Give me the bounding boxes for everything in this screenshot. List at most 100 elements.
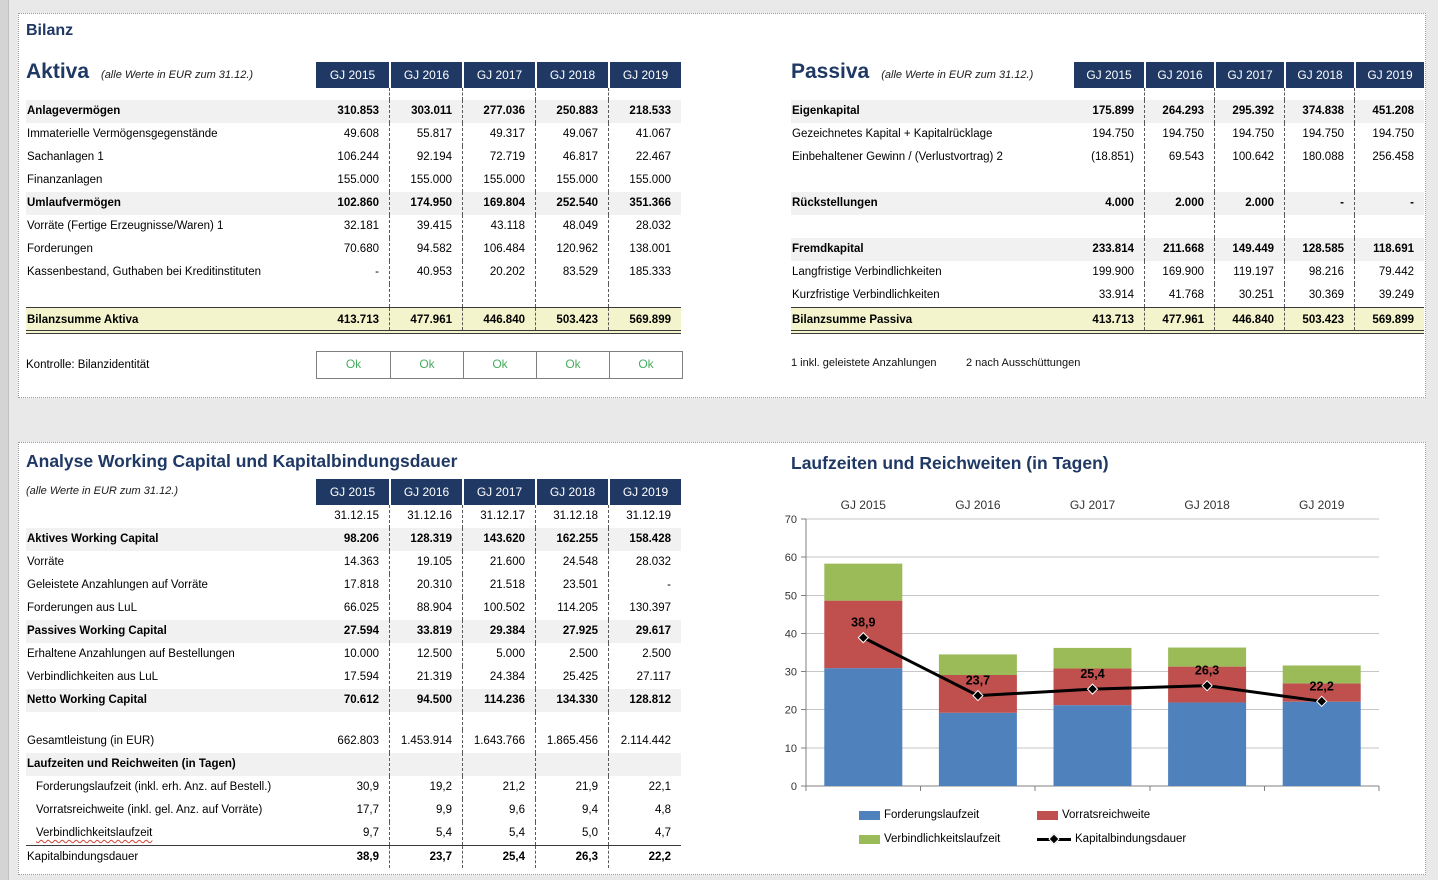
cell-value[interactable]: 41.067: [608, 123, 681, 146]
cell-value[interactable]: 49.067: [535, 123, 608, 146]
cell-value[interactable]: 662.803: [316, 730, 389, 753]
cell-value[interactable]: 503.423: [1284, 308, 1354, 330]
cell-value[interactable]: 413.713: [316, 308, 389, 330]
cell-value[interactable]: 21.600: [462, 551, 535, 574]
cell-value[interactable]: 24.384: [462, 666, 535, 689]
cell-value[interactable]: 175.899: [1074, 100, 1144, 123]
cell-value[interactable]: 27.594: [316, 620, 389, 643]
cell-value[interactable]: 21.518: [462, 574, 535, 597]
cell-value[interactable]: 569.899: [608, 308, 681, 330]
cell-value[interactable]: 19.105: [389, 551, 462, 574]
cell-value[interactable]: 27.925: [535, 620, 608, 643]
cell-value[interactable]: 25.425: [535, 666, 608, 689]
cell-value[interactable]: 264.293: [1144, 100, 1214, 123]
cell-value[interactable]: 4.000: [1074, 192, 1144, 215]
cell-value[interactable]: 218.533: [608, 100, 681, 123]
cell-value[interactable]: 277.036: [462, 100, 535, 123]
cell-value[interactable]: 503.423: [535, 308, 608, 330]
cell-value[interactable]: 46.817: [535, 146, 608, 169]
cell-value[interactable]: 119.197: [1214, 261, 1284, 284]
cell-value[interactable]: 252.540: [535, 192, 608, 215]
cell-value[interactable]: 31.12.15: [316, 505, 389, 528]
cell-value[interactable]: 2.500: [535, 643, 608, 666]
cell-value[interactable]: 185.333: [608, 261, 681, 284]
cell-value[interactable]: 19,2: [389, 776, 462, 799]
cell-value[interactable]: 98.216: [1284, 261, 1354, 284]
cell-value[interactable]: 21.319: [389, 666, 462, 689]
cell-value[interactable]: 256.458: [1354, 146, 1424, 169]
cell-value[interactable]: 413.713: [1074, 308, 1144, 330]
cell-value[interactable]: 27.117: [608, 666, 681, 689]
cell-value[interactable]: 155.000: [316, 169, 389, 192]
cell-value[interactable]: 43.118: [462, 215, 535, 238]
cell-value[interactable]: 9,9: [389, 799, 462, 822]
cell-value[interactable]: 23,7: [389, 846, 462, 868]
cell-value[interactable]: 21,2: [462, 776, 535, 799]
cell-value[interactable]: 9,7: [316, 822, 389, 845]
cell-value[interactable]: 4,8: [608, 799, 681, 822]
cell-value[interactable]: 169.900: [1144, 261, 1214, 284]
kontrolle-ok-cell[interactable]: Ok: [609, 352, 682, 378]
cell-value[interactable]: 128.812: [608, 689, 681, 712]
cell-value[interactable]: 155.000: [535, 169, 608, 192]
cell-value[interactable]: 118.691: [1354, 238, 1424, 261]
cell-value[interactable]: 477.961: [389, 308, 462, 330]
cell-value[interactable]: 155.000: [462, 169, 535, 192]
cell-value[interactable]: 149.449: [1214, 238, 1284, 261]
cell-value[interactable]: 83.529: [535, 261, 608, 284]
cell-value[interactable]: 351.366: [608, 192, 681, 215]
kontrolle-ok-cell[interactable]: Ok: [536, 352, 609, 378]
cell-value[interactable]: 9,4: [535, 799, 608, 822]
cell-value[interactable]: 39.249: [1354, 284, 1424, 307]
cell-value[interactable]: 174.950: [389, 192, 462, 215]
cell-value[interactable]: 20.310: [389, 574, 462, 597]
cell-value[interactable]: 5,0: [535, 822, 608, 845]
cell-value[interactable]: 31.12.16: [389, 505, 462, 528]
cell-value[interactable]: 233.814: [1074, 238, 1144, 261]
cell-value[interactable]: 5.000: [462, 643, 535, 666]
cell-value[interactable]: 88.904: [389, 597, 462, 620]
cell-value[interactable]: 106.484: [462, 238, 535, 261]
cell-value[interactable]: 31.12.17: [462, 505, 535, 528]
cell-value[interactable]: 374.838: [1284, 100, 1354, 123]
cell-value[interactable]: 120.962: [535, 238, 608, 261]
cell-value[interactable]: 194.750: [1214, 123, 1284, 146]
cell-value[interactable]: 128.319: [389, 528, 462, 551]
cell-value[interactable]: 39.415: [389, 215, 462, 238]
cell-value[interactable]: 98.206: [316, 528, 389, 551]
cell-value[interactable]: 128.585: [1284, 238, 1354, 261]
cell-value[interactable]: 23.501: [535, 574, 608, 597]
cell-value[interactable]: 26,3: [535, 846, 608, 868]
kontrolle-ok-cell[interactable]: Ok: [463, 352, 536, 378]
cell-value[interactable]: 9,6: [462, 799, 535, 822]
cell-value[interactable]: 1.643.766: [462, 730, 535, 753]
cell-value[interactable]: 250.883: [535, 100, 608, 123]
cell-value[interactable]: 55.817: [389, 123, 462, 146]
cell-value[interactable]: 2.500: [608, 643, 681, 666]
cell-value[interactable]: 41.768: [1144, 284, 1214, 307]
cell-value[interactable]: 28.032: [608, 551, 681, 574]
cell-value[interactable]: 17.594: [316, 666, 389, 689]
cell-value[interactable]: 14.363: [316, 551, 389, 574]
cell-value[interactable]: 199.900: [1074, 261, 1144, 284]
cell-value[interactable]: 155.000: [389, 169, 462, 192]
cell-value[interactable]: 24.548: [535, 551, 608, 574]
cell-value[interactable]: 20.202: [462, 261, 535, 284]
cell-value[interactable]: 477.961: [1144, 308, 1214, 330]
cell-value[interactable]: 180.088: [1284, 146, 1354, 169]
cell-value[interactable]: (18.851): [1074, 146, 1144, 169]
cell-value[interactable]: 94.500: [389, 689, 462, 712]
cell-value[interactable]: 48.049: [535, 215, 608, 238]
cell-value[interactable]: 194.750: [1074, 123, 1144, 146]
cell-value[interactable]: 66.025: [316, 597, 389, 620]
cell-value[interactable]: 194.750: [1354, 123, 1424, 146]
cell-value[interactable]: 451.208: [1354, 100, 1424, 123]
cell-value[interactable]: 310.853: [316, 100, 389, 123]
cell-value[interactable]: 25,4: [462, 846, 535, 868]
cell-value[interactable]: 1.865.456: [535, 730, 608, 753]
cell-value[interactable]: 162.255: [535, 528, 608, 551]
cell-value[interactable]: -: [316, 261, 389, 284]
kontrolle-ok-cell[interactable]: Ok: [317, 352, 390, 378]
kontrolle-ok-cell[interactable]: Ok: [390, 352, 463, 378]
cell-value[interactable]: 138.001: [608, 238, 681, 261]
